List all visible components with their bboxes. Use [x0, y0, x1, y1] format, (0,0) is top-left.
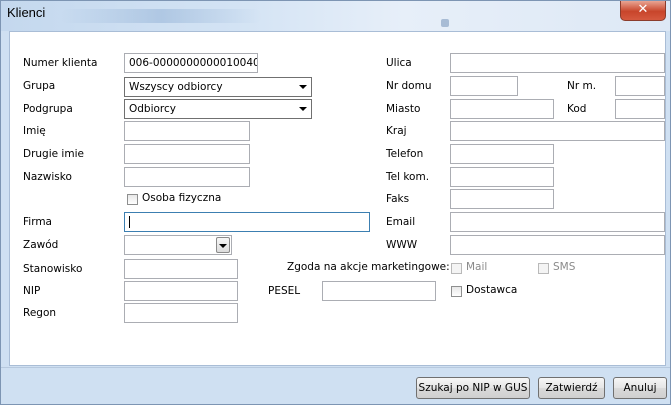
- drugie-imie-label: Drugie imie: [23, 148, 84, 160]
- nr-domu-label: Nr domu: [386, 80, 432, 92]
- kraj-field[interactable]: [450, 121, 665, 141]
- dostawca-label: Dostawca: [466, 284, 518, 296]
- nr-domu-field[interactable]: [450, 76, 518, 96]
- numer-klienta-label: Numer klienta: [23, 57, 98, 69]
- nazwisko-label: Nazwisko: [23, 171, 72, 183]
- title-bar-blur-mark: [441, 19, 449, 27]
- zgoda-sms-label: SMS: [553, 261, 576, 273]
- tel-kom-field[interactable]: [450, 167, 554, 187]
- telefon-field[interactable]: [450, 144, 554, 164]
- nr-m-field[interactable]: [615, 76, 665, 96]
- podgrupa-label: Podgrupa: [23, 103, 73, 115]
- firma-field[interactable]: [124, 212, 370, 232]
- grupa-select[interactable]: Wszyscy odbiorcy: [124, 77, 312, 97]
- nazwisko-field[interactable]: [124, 167, 250, 187]
- zawod-select[interactable]: [124, 235, 232, 255]
- faks-field[interactable]: [450, 189, 554, 209]
- title-bar-blur: [61, 9, 261, 23]
- www-field[interactable]: [450, 235, 665, 255]
- podgrupa-select-value: Odbiorcy: [129, 103, 177, 115]
- stanowisko-field[interactable]: [124, 259, 238, 279]
- chevron-down-icon: [219, 244, 227, 248]
- chevron-down-icon: [299, 85, 307, 89]
- pesel-label: PESEL: [268, 285, 301, 297]
- anuluj-button[interactable]: Anuluj: [613, 377, 667, 399]
- miasto-label: Miasto: [386, 103, 421, 115]
- osoba-fizyczna-label: Osoba fizyczna: [142, 192, 222, 204]
- szukaj-nip-gus-button[interactable]: Szukaj po NIP w GUS: [416, 377, 530, 399]
- www-label: WWW: [386, 239, 418, 251]
- stanowisko-label: Stanowisko: [23, 263, 83, 275]
- miasto-field[interactable]: [450, 99, 554, 119]
- osoba-fizyczna-checkbox[interactable]: [127, 194, 138, 205]
- imie-label: Imię: [23, 125, 46, 137]
- tel-kom-label: Tel kom.: [386, 171, 430, 183]
- chevron-down-icon: [299, 107, 307, 111]
- nr-m-label: Nr m.: [567, 80, 597, 92]
- imie-field[interactable]: [124, 121, 250, 141]
- podgrupa-select[interactable]: Odbiorcy: [124, 99, 312, 119]
- klienci-window: Klienci ✕ Numer klienta 006-000000000001…: [0, 0, 671, 405]
- ulica-label: Ulica: [386, 57, 412, 69]
- zawod-label: Zawód: [23, 239, 59, 251]
- button-bar: Szukaj po NIP w GUS Zatwierdź Anuluj: [1, 367, 670, 404]
- window-title: Klienci: [7, 5, 46, 20]
- firma-label: Firma: [23, 216, 52, 228]
- faks-label: Faks: [386, 193, 410, 205]
- form-panel: Numer klienta 006-0000000000010040 Grupa…: [9, 31, 666, 366]
- telefon-label: Telefon: [386, 148, 424, 160]
- nip-field[interactable]: [124, 281, 238, 301]
- dostawca-checkbox[interactable]: [451, 286, 462, 297]
- kod-field[interactable]: [615, 99, 665, 119]
- zgoda-mail-label: Mail: [466, 261, 488, 273]
- regon-field[interactable]: [124, 303, 238, 323]
- zawod-dropdown-button[interactable]: [216, 237, 230, 253]
- zatwierdz-button[interactable]: Zatwierdź: [538, 377, 605, 399]
- kod-label: Kod: [567, 103, 587, 115]
- title-bar: Klienci ✕: [1, 1, 670, 31]
- regon-label: Regon: [23, 307, 57, 319]
- zgoda-sms-checkbox[interactable]: [538, 263, 549, 274]
- pesel-field[interactable]: [322, 281, 436, 301]
- grupa-select-value: Wszyscy odbiorcy: [129, 81, 223, 93]
- ulica-field[interactable]: [450, 53, 665, 73]
- zgoda-label: Zgoda na akcje marketingowe:: [287, 261, 450, 273]
- drugie-imie-field[interactable]: [124, 144, 250, 164]
- kraj-label: Kraj: [386, 125, 407, 137]
- email-field[interactable]: [450, 212, 665, 232]
- grupa-label: Grupa: [23, 80, 56, 92]
- zgoda-mail-checkbox[interactable]: [451, 263, 462, 274]
- nip-label: NIP: [23, 285, 41, 297]
- close-icon[interactable]: ✕: [620, 1, 666, 21]
- email-label: Email: [386, 216, 416, 228]
- numer-klienta-field[interactable]: 006-0000000000010040: [124, 53, 258, 73]
- text-caret: [129, 216, 130, 228]
